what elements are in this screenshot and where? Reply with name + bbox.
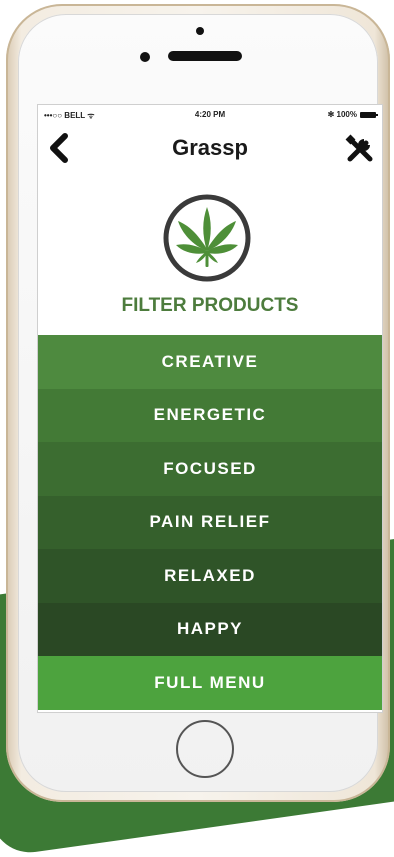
full-menu-button[interactable]: FULL MENU xyxy=(38,656,382,710)
full-menu-label: FULL MENU xyxy=(154,672,266,692)
menu-item-label: CREATIVE xyxy=(161,351,259,371)
menu-item-label: PAIN RELIEF xyxy=(149,512,271,532)
menu-item-label: FOCUSED xyxy=(163,458,257,478)
page-title: Grassp xyxy=(172,135,248,160)
filter-products-heading: FILTER PRODUCTS xyxy=(121,295,299,316)
status-bar: •••○○ BELL ᯤ 4:20 PM ✻ 100% xyxy=(38,105,382,125)
filter-menu: CREATIVE ENERGETIC FOCUSED PAIN RELIEF R… xyxy=(38,335,382,710)
menu-item-pain-relief[interactable]: PAIN RELIEF xyxy=(38,495,382,549)
app-screen: •••○○ BELL ᯤ 4:20 PM ✻ 100% Grassp FILTE… xyxy=(38,105,382,712)
menu-item-happy[interactable]: HAPPY xyxy=(38,602,382,656)
battery-percent: ✻ 100% xyxy=(327,110,357,119)
menu-item-energetic[interactable]: ENERGETIC xyxy=(38,388,382,442)
earpiece-speaker xyxy=(168,51,242,61)
front-camera xyxy=(196,27,204,35)
menu-item-label: ENERGETIC xyxy=(153,405,267,425)
home-button[interactable] xyxy=(176,720,234,778)
settings-button[interactable] xyxy=(344,133,376,165)
navigation-bar: Grassp xyxy=(38,125,382,169)
battery-status: ✻ 100% xyxy=(327,110,378,119)
wrench-screwdriver-icon xyxy=(345,134,373,162)
menu-item-label: RELAXED xyxy=(164,565,256,585)
battery-icon xyxy=(360,111,378,118)
menu-item-creative[interactable]: CREATIVE xyxy=(38,335,382,389)
cannabis-leaf-icon xyxy=(162,193,252,283)
menu-item-focused[interactable]: FOCUSED xyxy=(38,442,382,496)
menu-item-relaxed[interactable]: RELAXED xyxy=(38,549,382,603)
menu-item-label: HAPPY xyxy=(176,619,244,639)
proximity-sensor xyxy=(140,52,150,62)
